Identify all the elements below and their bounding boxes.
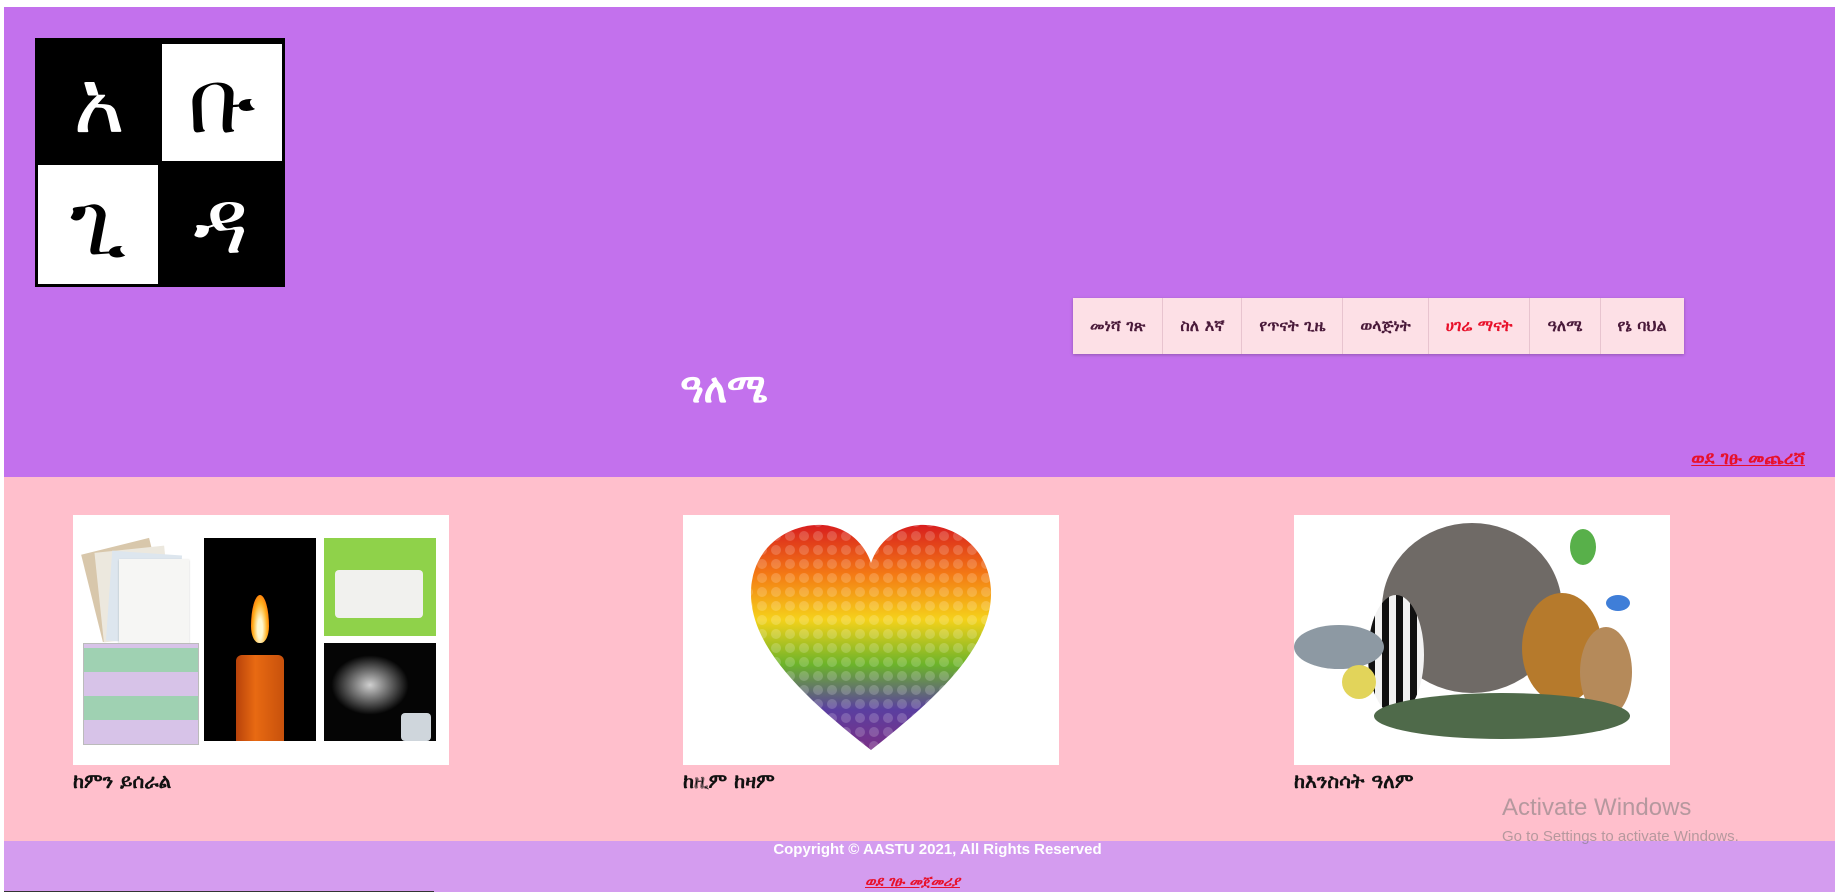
- main-navigation: መነሻ ገጽ ስለ እኛ የጥናት ጊዜ ወላጅነት ሀገሬ ማናት ዓለሜ የ…: [1073, 298, 1684, 354]
- soap-bar: [335, 570, 423, 618]
- card-animal-world[interactable]: ከእንስሳት ዓለም: [1294, 515, 1670, 793]
- logo-letter-1: አ: [38, 41, 160, 163]
- card-what-is-it-made-of[interactable]: ከምን ይሰራል: [73, 515, 449, 793]
- card-image-animals[interactable]: [1294, 515, 1670, 765]
- logo-letter-3: ጊ: [38, 164, 158, 284]
- perfume-bottle: [401, 713, 431, 741]
- parrot: [1570, 529, 1596, 565]
- pufferfish: [1342, 665, 1376, 699]
- nav-item-my-culture[interactable]: የኔ ባህል: [1600, 298, 1684, 354]
- site-footer: Copyright © AASTU 2021, All Rights Reser…: [4, 841, 1835, 892]
- paper-sheet: [119, 559, 189, 649]
- watermark-title: Activate Windows: [1502, 794, 1692, 821]
- nav-item-parenting[interactable]: ወላጅነት: [1343, 298, 1429, 354]
- fruit-heart-image: [750, 524, 992, 750]
- butterfly: [1606, 595, 1630, 611]
- card-from-here-and-there[interactable]: ከዚም ከዛም: [683, 515, 1059, 793]
- site-header: አ ቡ ጊ ዳ መነሻ ገጽ ስለ እኛ የጥናት ጊዜ ወላጅነት ሀገሬ ማ…: [4, 7, 1835, 477]
- shark: [1294, 625, 1384, 669]
- nav-item-home[interactable]: መነሻ ገጽ: [1073, 298, 1164, 354]
- nav-item-study-time[interactable]: የጥናት ጊዜ: [1242, 298, 1344, 354]
- go-to-top-link[interactable]: ወደ ገፁ መጀመሪያ: [865, 874, 960, 890]
- logo-letter-2: ቡ: [162, 44, 282, 161]
- nav-item-about[interactable]: ስለ እኛ: [1163, 298, 1243, 354]
- crocodile: [1374, 693, 1630, 739]
- card-caption: ከምን ይሰራል: [73, 769, 172, 793]
- page-title: ዓለሜ: [680, 365, 768, 412]
- card-caption: ከዚም ከዛም: [683, 769, 775, 793]
- card-image-fruit-heart[interactable]: [683, 515, 1059, 765]
- activate-windows-watermark: Activate Windows Go to Settings to activ…: [1502, 794, 1739, 845]
- watermark-subtitle: Go to Settings to activate Windows.: [1502, 828, 1739, 845]
- nav-item-my-country[interactable]: ሀገሬ ማናት: [1428, 298, 1531, 354]
- perfume-mist: [331, 655, 409, 715]
- banknotes: [83, 643, 199, 745]
- content-section: ከምን ይሰራል ከዚም ከዛም ከእንስሳት ዓለም: [4, 477, 1835, 841]
- go-to-bottom-link[interactable]: ወደ ገፁ መጨረሻ: [1691, 448, 1805, 469]
- candle: [236, 655, 284, 741]
- card-image-collage[interactable]: [73, 515, 449, 765]
- logo-letter-4: ዳ: [160, 162, 282, 284]
- nav-item-my-world[interactable]: ዓለሜ: [1530, 298, 1601, 354]
- site-logo[interactable]: አ ቡ ጊ ዳ: [35, 38, 285, 287]
- card-caption: ከእንስሳት ዓለም: [1294, 769, 1414, 793]
- page-frame: አ ቡ ጊ ዳ መነሻ ገጽ ስለ እኛ የጥናት ጊዜ ወላጅነት ሀገሬ ማ…: [4, 7, 1835, 892]
